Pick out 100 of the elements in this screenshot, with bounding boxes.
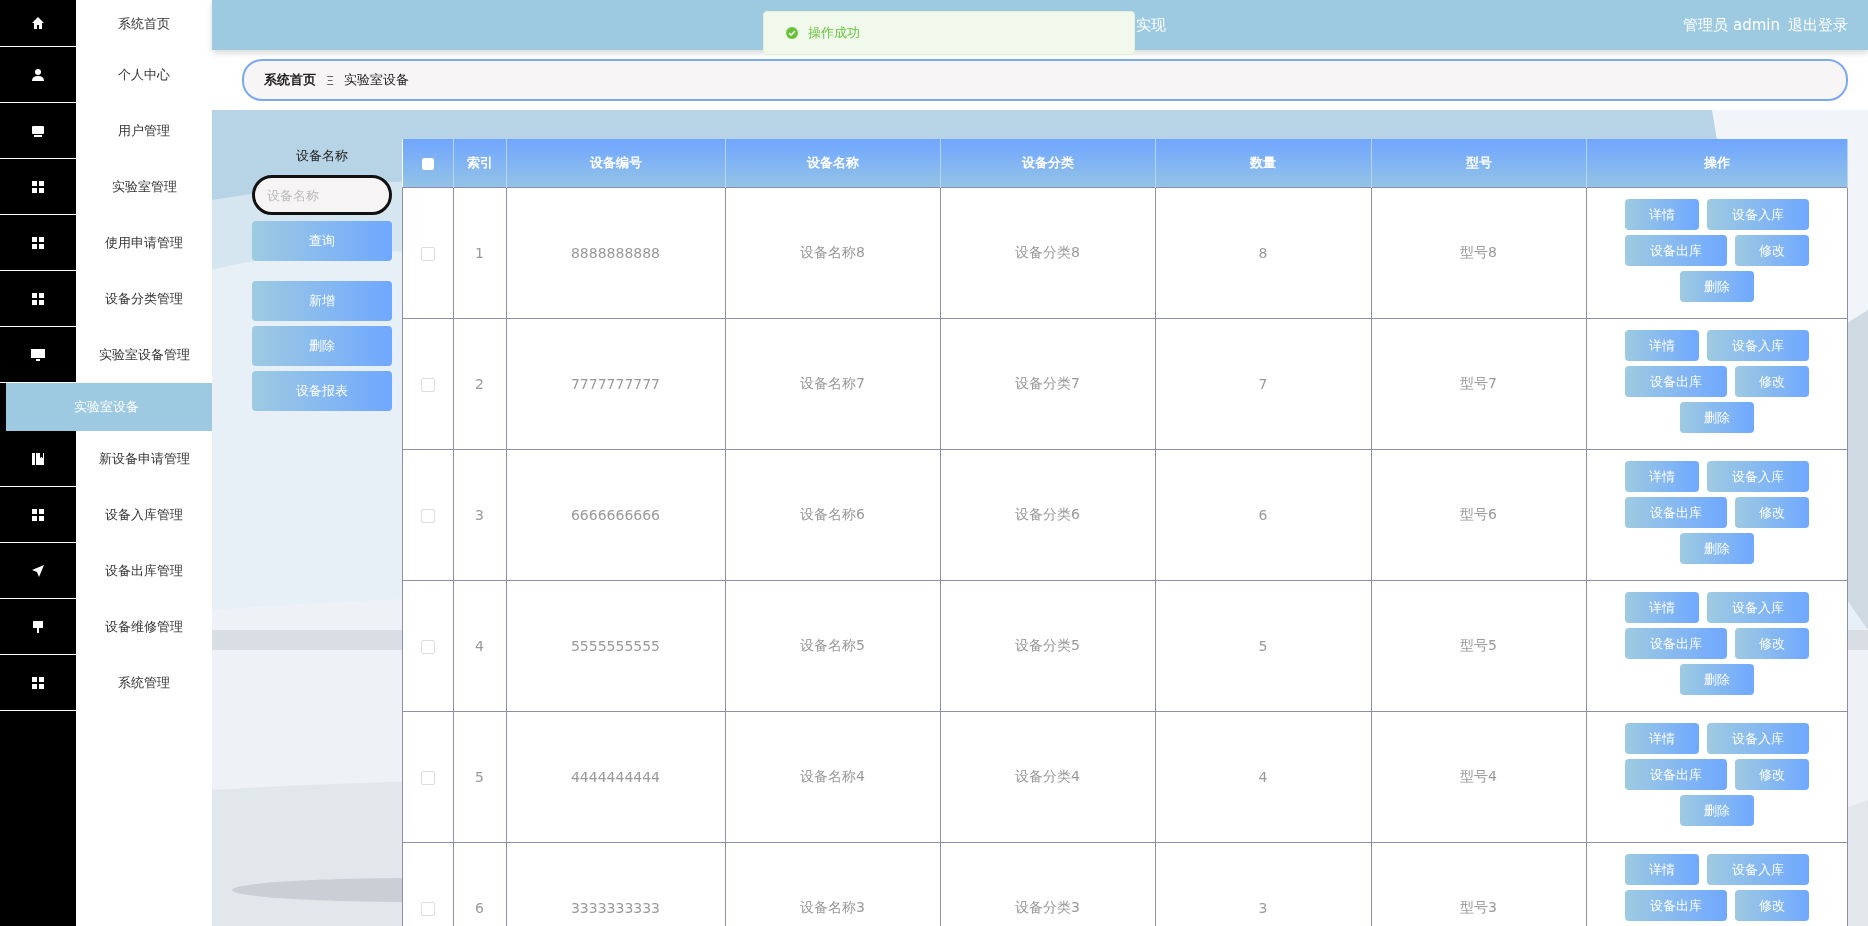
- grid-icon: [31, 179, 45, 194]
- user-name: 管理员 admin: [1683, 15, 1780, 35]
- category-cell: 设备分类8: [940, 187, 1155, 319]
- column-header: 索引: [453, 139, 506, 188]
- code-cell: 5555555555: [506, 580, 725, 712]
- name-cell: 设备名称6: [725, 449, 940, 581]
- row-action-button[interactable]: 设备出库: [1624, 497, 1727, 528]
- row-checkbox[interactable]: [420, 902, 435, 916]
- category-cell: 设备分类7: [940, 318, 1155, 450]
- row-action-button[interactable]: 详情: [1624, 592, 1699, 623]
- check-circle-icon: [786, 27, 798, 39]
- model-cell: 型号8: [1371, 187, 1586, 319]
- column-header: 数量: [1155, 139, 1371, 188]
- row-action-button[interactable]: 修改: [1734, 890, 1809, 921]
- category-cell: 设备分类6: [940, 449, 1155, 581]
- menu-item[interactable]: 设备维修管理: [105, 618, 183, 636]
- submenu-item[interactable]: 实验室设备: [6, 383, 212, 431]
- column-header: 型号: [1371, 139, 1586, 188]
- row-action-button[interactable]: 设备出库: [1624, 890, 1727, 921]
- model-cell: 型号7: [1371, 318, 1586, 450]
- model-cell: 型号5: [1371, 580, 1586, 712]
- row-action-button[interactable]: 设备出库: [1624, 759, 1727, 790]
- breadcrumb-separator: Ξ: [326, 72, 335, 88]
- row-action-button[interactable]: 设备入库: [1706, 330, 1809, 361]
- app-title: 实现: [1136, 15, 1166, 35]
- menu-item[interactable]: 实验室管理: [111, 178, 177, 196]
- row-action-button[interactable]: 详情: [1624, 461, 1699, 492]
- row-action-button[interactable]: 删除: [1679, 795, 1754, 826]
- row-action-button[interactable]: 详情: [1624, 199, 1699, 230]
- row-action-button[interactable]: 删除: [1679, 533, 1754, 564]
- menu-item[interactable]: 实验室设备管理: [98, 346, 190, 364]
- row-action-button[interactable]: 删除: [1679, 664, 1754, 695]
- row-action-button[interactable]: 删除: [1679, 402, 1754, 433]
- action-button[interactable]: 删除: [252, 326, 392, 366]
- device-name-field[interactable]: 设备名称: [252, 175, 392, 215]
- index-cell: 1: [453, 187, 506, 319]
- column-header: 操作: [1586, 139, 1848, 188]
- index-cell: 3: [453, 449, 506, 581]
- select-all-checkbox[interactable]: [421, 158, 434, 170]
- row-action-button[interactable]: 删除: [1679, 271, 1754, 302]
- search-button[interactable]: 查询: [252, 221, 392, 261]
- menu-item[interactable]: 设备分类管理: [105, 290, 183, 308]
- row-action-button[interactable]: 设备出库: [1624, 628, 1727, 659]
- menu-item[interactable]: 使用申请管理: [105, 234, 183, 252]
- grid-icon: [31, 507, 45, 522]
- row-checkbox[interactable]: [420, 247, 435, 261]
- row-action-button[interactable]: 设备出库: [1624, 235, 1727, 266]
- name-cell: 设备名称8: [725, 187, 940, 319]
- row-action-button[interactable]: 设备入库: [1706, 592, 1809, 623]
- row-action-button[interactable]: 设备入库: [1706, 199, 1809, 230]
- name-cell: 设备名称5: [725, 580, 940, 712]
- category-cell: 设备分类4: [940, 711, 1155, 843]
- row-action-button[interactable]: 设备入库: [1706, 854, 1809, 885]
- breadcrumb-item[interactable]: 系统首页: [264, 71, 316, 89]
- menu-item[interactable]: 系统首页: [118, 14, 170, 33]
- index-cell: 4: [453, 580, 506, 712]
- code-cell: 8888888888: [506, 187, 725, 319]
- user-icon: [31, 67, 45, 82]
- menu-item[interactable]: 用户管理: [118, 122, 170, 140]
- model-cell: 型号4: [1371, 711, 1586, 843]
- index-cell: 5: [453, 711, 506, 843]
- model-cell: 型号6: [1371, 449, 1586, 581]
- brush-icon: [31, 619, 45, 634]
- book-icon: [31, 451, 45, 466]
- breadcrumb-item: 实验室设备: [344, 71, 410, 89]
- row-action-button[interactable]: 详情: [1624, 723, 1699, 754]
- row-action-button[interactable]: 修改: [1734, 759, 1809, 790]
- grid-icon: [31, 675, 45, 690]
- row-action-button[interactable]: 设备入库: [1706, 461, 1809, 492]
- row-action-button[interactable]: 设备出库: [1624, 366, 1727, 397]
- row-action-button[interactable]: 修改: [1734, 497, 1809, 528]
- row-action-button[interactable]: 修改: [1734, 235, 1809, 266]
- menu-item[interactable]: 系统管理: [118, 674, 170, 692]
- quantity-cell: 6: [1155, 449, 1371, 581]
- row-action-button[interactable]: 设备入库: [1706, 723, 1809, 754]
- home-icon: [31, 16, 45, 30]
- row-checkbox[interactable]: [420, 640, 435, 654]
- toast-message: 操作成功: [808, 24, 860, 42]
- name-cell: 设备名称4: [725, 711, 940, 843]
- menu-item[interactable]: 新设备申请管理: [98, 450, 190, 468]
- code-cell: 4444444444: [506, 711, 725, 843]
- row-checkbox[interactable]: [420, 771, 435, 785]
- logout-link[interactable]: 退出登录: [1788, 15, 1848, 35]
- menu-item[interactable]: 个人中心: [118, 66, 170, 84]
- quantity-cell: 4: [1155, 711, 1371, 843]
- code-cell: 6666666666: [506, 449, 725, 581]
- row-action-button[interactable]: 修改: [1734, 366, 1809, 397]
- row-action-button[interactable]: 详情: [1624, 330, 1699, 361]
- row-action-button[interactable]: 详情: [1624, 854, 1699, 885]
- category-cell: 设备分类5: [940, 580, 1155, 712]
- column-header: 设备分类: [940, 139, 1155, 188]
- menu-item[interactable]: 设备出库管理: [105, 562, 183, 580]
- row-action-button[interactable]: 修改: [1734, 628, 1809, 659]
- row-checkbox[interactable]: [420, 509, 435, 523]
- menu-item[interactable]: 设备入库管理: [105, 506, 183, 524]
- action-button[interactable]: 新增: [252, 281, 392, 321]
- action-button[interactable]: 设备报表: [252, 371, 392, 411]
- row-checkbox[interactable]: [420, 378, 435, 392]
- code-cell: 7777777777: [506, 318, 725, 450]
- column-header: 设备编号: [506, 139, 725, 188]
